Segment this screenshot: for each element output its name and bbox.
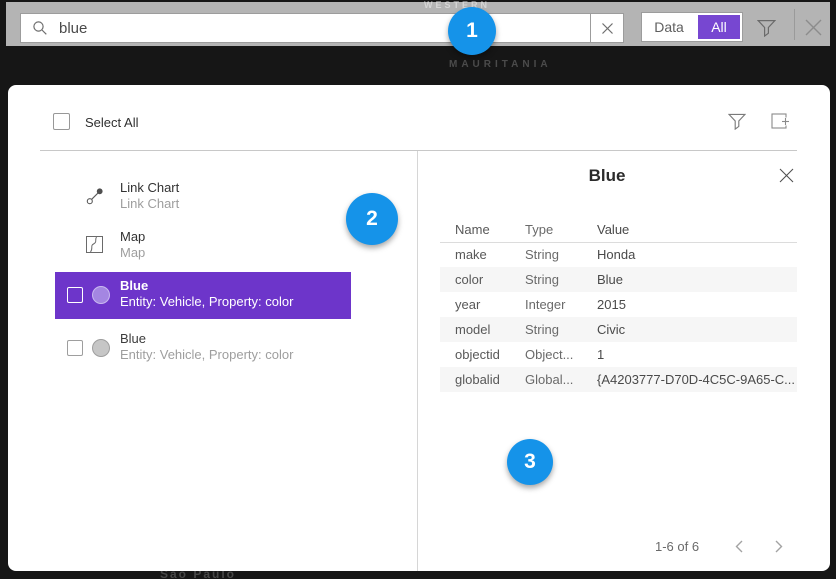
close-search-button[interactable] (800, 14, 826, 40)
table-row: year Integer 2015 (440, 292, 797, 317)
cell-type: String (525, 242, 597, 267)
result-checkbox[interactable] (67, 287, 83, 303)
result-title: Blue (120, 278, 148, 294)
table-row: make String Honda (440, 242, 797, 267)
result-title: Map (120, 229, 145, 245)
map-icon (86, 236, 104, 254)
toggle-option-all[interactable]: All (698, 15, 740, 39)
cell-name: color (440, 267, 525, 292)
cell-type: Object... (525, 342, 597, 367)
next-page-button[interactable] (770, 537, 788, 555)
search-box (20, 13, 624, 43)
select-all-checkbox[interactable] (53, 113, 70, 130)
chevron-right-icon (773, 539, 785, 554)
cell-value: 2015 (597, 292, 797, 317)
search-icon (21, 14, 59, 42)
result-subtitle: Entity: Vehicle, Property: color (120, 347, 293, 363)
table-row: objectid Object... 1 (440, 342, 797, 367)
result-subtitle: Link Chart (120, 196, 179, 212)
column-header-type: Type (525, 218, 597, 242)
cell-type: Global... (525, 367, 597, 392)
cell-value: {A4203777-D70D-4C5C-9A65-C... (597, 367, 797, 392)
add-selection-button[interactable] (769, 110, 790, 131)
prev-page-button[interactable] (730, 537, 748, 555)
cell-value: Blue (597, 267, 797, 292)
map-label-mauritania: MAURITANIA (449, 59, 552, 70)
callout-badge-3: 3 (507, 439, 553, 485)
result-title: Link Chart (120, 180, 179, 196)
result-subtitle: Map (120, 245, 145, 261)
select-all-label: Select All (85, 114, 138, 131)
callout-badge-2: 2 (346, 193, 398, 245)
link-chart-icon (86, 187, 104, 205)
panel-vertical-divider (417, 151, 418, 571)
table-row: model String Civic (440, 317, 797, 342)
entity-circle-icon (92, 339, 110, 357)
entity-circle-icon (92, 286, 110, 304)
cell-type: Integer (525, 292, 597, 317)
details-title: Blue (417, 166, 797, 186)
toggle-option-data[interactable]: Data (642, 13, 696, 41)
cell-value: Honda (597, 242, 797, 267)
filter-funnel-icon (757, 18, 776, 37)
cell-type: String (525, 267, 597, 292)
details-close-button[interactable] (777, 166, 796, 185)
cell-name: year (440, 292, 525, 317)
cell-name: model (440, 317, 525, 342)
table-row: color String Blue (440, 267, 797, 292)
result-item-link-chart[interactable]: Link Chart Link Chart (55, 174, 351, 221)
search-input[interactable] (59, 14, 590, 42)
toolbar-divider (794, 9, 795, 40)
column-header-name: Name (440, 218, 525, 242)
pagination-label: 1-6 of 6 (655, 539, 699, 554)
properties-table: Name Type Value make String Honda color … (440, 218, 797, 392)
clear-search-button[interactable] (590, 14, 623, 42)
data-all-toggle: Data All (641, 12, 743, 42)
panel-filter-button[interactable] (727, 111, 746, 130)
app-screen: WESTERN MAURITANIA São Paulo Data All (0, 0, 836, 579)
table-header-row: Name Type Value (440, 218, 797, 242)
cell-name: objectid (440, 342, 525, 367)
close-x-icon (778, 167, 795, 184)
cell-type: String (525, 317, 597, 342)
result-subtitle: Entity: Vehicle, Property: color (120, 294, 293, 310)
clear-x-icon (601, 22, 614, 35)
cell-name: make (440, 242, 525, 267)
callout-badge-1: 1 (448, 7, 496, 55)
filter-button[interactable] (753, 14, 779, 40)
column-header-value: Value (597, 218, 797, 242)
add-selection-icon (770, 111, 790, 131)
table-row: globalid Global... {A4203777-D70D-4C5C-9… (440, 367, 797, 392)
result-item-blue[interactable]: Blue Entity: Vehicle, Property: color (55, 325, 351, 372)
cell-value: 1 (597, 342, 797, 367)
result-title: Blue (120, 331, 146, 347)
cell-name: globalid (440, 367, 525, 392)
result-item-blue-selected[interactable]: Blue Entity: Vehicle, Property: color (55, 272, 351, 319)
filter-funnel-icon (728, 112, 746, 130)
close-x-icon (803, 17, 824, 38)
panel-header-divider (40, 150, 797, 151)
result-item-map[interactable]: Map Map (55, 223, 351, 270)
results-panel: Select All Li (8, 85, 830, 571)
cell-value: Civic (597, 317, 797, 342)
result-checkbox[interactable] (67, 340, 83, 356)
chevron-left-icon (733, 539, 745, 554)
search-toolbar: Data All (6, 2, 830, 46)
